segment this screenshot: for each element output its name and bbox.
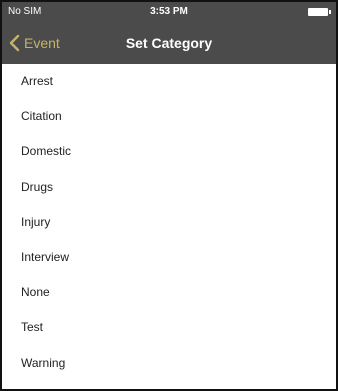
category-item-none[interactable]: None (2, 275, 336, 310)
category-item-injury[interactable]: Injury (2, 205, 336, 240)
category-item-interview[interactable]: Interview (2, 240, 336, 275)
battery-icon (308, 8, 331, 16)
category-item-warning[interactable]: Warning (2, 346, 336, 381)
status-bar: No SIM 3:53 PM (2, 2, 336, 22)
category-item-drugs[interactable]: Drugs (2, 170, 336, 205)
category-item-arrest[interactable]: Arrest (2, 64, 336, 99)
category-list: Arrest Citation Domestic Drugs Injury In… (2, 64, 336, 381)
device-frame: No SIM 3:53 PM Set Category Event Arrest… (0, 0, 338, 391)
category-item-test[interactable]: Test (2, 310, 336, 345)
back-button-label: Event (24, 35, 60, 51)
clock: 3:53 PM (150, 6, 188, 17)
navigation-bar: Set Category Event (2, 22, 336, 64)
back-button[interactable]: Event (8, 22, 60, 64)
category-item-citation[interactable]: Citation (2, 99, 336, 134)
category-item-domestic[interactable]: Domestic (2, 134, 336, 169)
chevron-left-icon (8, 33, 22, 53)
